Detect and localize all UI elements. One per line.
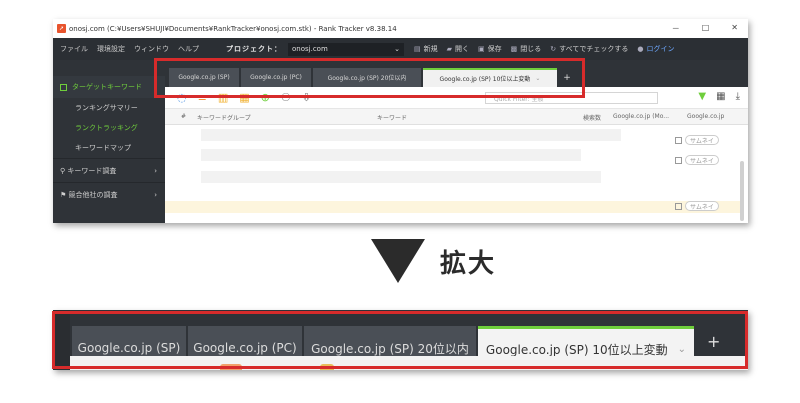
add-keyword-icon[interactable]: ⊕ xyxy=(261,91,270,104)
content-toolbar: ◌ ≡ ▥ ▦ ⊕ ⚇ ⇩ Quick Filter: 全般 ▼ ▦ ⤓ xyxy=(165,87,748,109)
col-google-mobile[interactable]: Google.co.jp (Mo... xyxy=(613,113,669,120)
folder-icon: ▰ xyxy=(446,45,453,53)
sidebar-item-target-keywords[interactable]: ターゲットキーワード xyxy=(53,76,165,98)
window-titlebar: ➚ onosj.com (C:¥Users¥SHUJI¥Documents¥Ra… xyxy=(53,19,748,38)
refresh-circle-icon[interactable]: ◌ xyxy=(177,91,187,104)
table-row[interactable] xyxy=(201,149,581,161)
users-icon[interactable]: ⚇ xyxy=(281,91,291,104)
tab-google-sp-top20[interactable]: Google.co.jp (SP) 20位以内 xyxy=(313,68,421,87)
window-title: onosj.com (C:¥Users¥SHUJI¥Documents¥Rank… xyxy=(69,24,397,33)
tab-google-sp-change10[interactable]: Google.co.jp (SP) 10位以上変動 ⌄ xyxy=(423,68,557,87)
sidebar-edge xyxy=(53,310,70,370)
new-file-icon: ▤ xyxy=(414,45,421,53)
calendar-icon[interactable]: ▦ xyxy=(239,91,249,104)
sidebar: ターゲットキーワード ランキングサマリー ランクトラッキング キーワードマップ … xyxy=(53,60,165,223)
thumbnail-badge[interactable]: サムネイ xyxy=(685,155,719,165)
menu-bar: ファイル 環境設定 ウィンドウ ヘルプ プロジェクト： onosj.com ⌄ … xyxy=(53,38,748,60)
col-index[interactable]: # xyxy=(181,113,186,120)
chevron-right-icon: › xyxy=(154,190,157,199)
zoom-add-tab-button[interactable]: + xyxy=(707,332,720,351)
zoom-content-peek xyxy=(70,356,748,370)
menu-preferences[interactable]: 環境設定 xyxy=(97,44,125,54)
col-search-volume[interactable]: 検索数 xyxy=(583,113,601,122)
chevron-down-icon: ⌄ xyxy=(394,45,400,53)
minimize-icon[interactable]: － xyxy=(672,23,680,34)
vertical-scrollbar[interactable] xyxy=(740,161,744,221)
app-logo-icon: ➚ xyxy=(57,24,66,33)
sidebar-item-keyword-map[interactable]: キーワードマップ xyxy=(53,138,165,158)
menu-help[interactable]: ヘルプ xyxy=(178,44,199,54)
table-row-highlighted[interactable] xyxy=(165,201,740,213)
close-icon[interactable]: ✕ xyxy=(731,23,738,34)
tab-strip: Google.co.jp (SP) Google.co.jp (PC) Goog… xyxy=(165,60,748,87)
import-icon[interactable]: ⇩ xyxy=(302,91,311,104)
filter-icon[interactable]: ▼ xyxy=(698,91,706,102)
check-all-button[interactable]: ↻ すべてでチェックする xyxy=(550,44,628,54)
thumbnail-badge[interactable]: サムネイ xyxy=(685,201,719,211)
chevron-down-icon: ⌄ xyxy=(535,75,541,82)
maximize-icon[interactable]: □ xyxy=(702,23,710,34)
chevron-right-icon: › xyxy=(154,166,157,175)
chevron-down-icon: ⌄ xyxy=(677,344,687,355)
col-google[interactable]: Google.co.jp xyxy=(687,113,724,120)
table-row[interactable] xyxy=(201,171,601,183)
close-box-icon: ▩ xyxy=(510,45,518,53)
download-icon[interactable]: ⤓ xyxy=(736,91,740,102)
save-button[interactable]: ▣ 保存 xyxy=(478,44,502,54)
thumbnail-badge[interactable]: サムネイ xyxy=(685,135,719,145)
columns-icon[interactable]: ▦ xyxy=(716,91,725,102)
project-select[interactable]: onosj.com ⌄ xyxy=(288,42,404,56)
project-label: プロジェクト： xyxy=(226,45,282,53)
refresh-icon: ↻ xyxy=(550,45,557,53)
quick-filter-input[interactable]: Quick Filter: 全般 xyxy=(485,92,658,104)
sidebar-item-ranking-summary[interactable]: ランキングサマリー xyxy=(53,98,165,118)
menu-file[interactable]: ファイル xyxy=(60,44,88,54)
zoomed-tab-strip: Google.co.jp (SP) Google.co.jp (PC) Goog… xyxy=(53,310,748,370)
checkbox-icon[interactable] xyxy=(675,203,682,210)
tab-google-pc[interactable]: Google.co.jp (PC) xyxy=(241,68,311,87)
tab-google-sp[interactable]: Google.co.jp (SP) xyxy=(169,68,239,87)
menu-window[interactable]: ウィンドウ xyxy=(134,44,169,54)
open-button[interactable]: ▰ 開く xyxy=(447,44,469,54)
down-arrow-icon xyxy=(371,239,425,283)
sidebar-item-competitor-research[interactable]: ⚑ 競合他社の調査 › xyxy=(53,182,165,206)
save-icon: ▣ xyxy=(478,45,485,53)
new-button[interactable]: ▤ 新規 xyxy=(414,44,438,54)
checkbox-icon[interactable] xyxy=(675,157,682,164)
add-tab-button[interactable]: + xyxy=(559,68,575,87)
checkbox-icon[interactable] xyxy=(675,137,682,144)
sidebar-item-rank-tracking[interactable]: ランクトラッキング xyxy=(53,118,165,138)
table-header: # キーワードグループ キーワード 検索数 Google.co.jp (Mo..… xyxy=(165,109,748,125)
col-keyword[interactable]: キーワード xyxy=(377,113,407,122)
project-value: onosj.com xyxy=(292,45,328,53)
col-keyword-group[interactable]: キーワードグループ xyxy=(197,113,251,122)
zoom-label: 拡大 xyxy=(440,249,497,279)
list-icon[interactable]: ≡ xyxy=(198,91,207,104)
close-project-button[interactable]: ▩ 閉じる xyxy=(511,44,542,54)
app-screenshot: ➚ onosj.com (C:¥Users¥SHUJI¥Documents¥Ra… xyxy=(53,19,748,223)
checkbox-icon xyxy=(60,83,67,91)
user-icon: ● xyxy=(637,45,644,53)
main-content: ◌ ≡ ▥ ▦ ⊕ ⚇ ⇩ Quick Filter: 全般 ▼ ▦ ⤓ # キ… xyxy=(165,87,748,223)
login-button[interactable]: ● ログイン xyxy=(637,44,674,54)
sidebar-item-keyword-research[interactable]: ⚲ キーワード調査 › xyxy=(53,158,165,182)
table-body: サムネイ サムネイ サムネイ xyxy=(165,125,748,223)
table-row[interactable] xyxy=(201,129,621,141)
competitor-icon: ⚑ xyxy=(60,190,69,199)
bar-chart-icon[interactable]: ▥ xyxy=(218,91,228,104)
